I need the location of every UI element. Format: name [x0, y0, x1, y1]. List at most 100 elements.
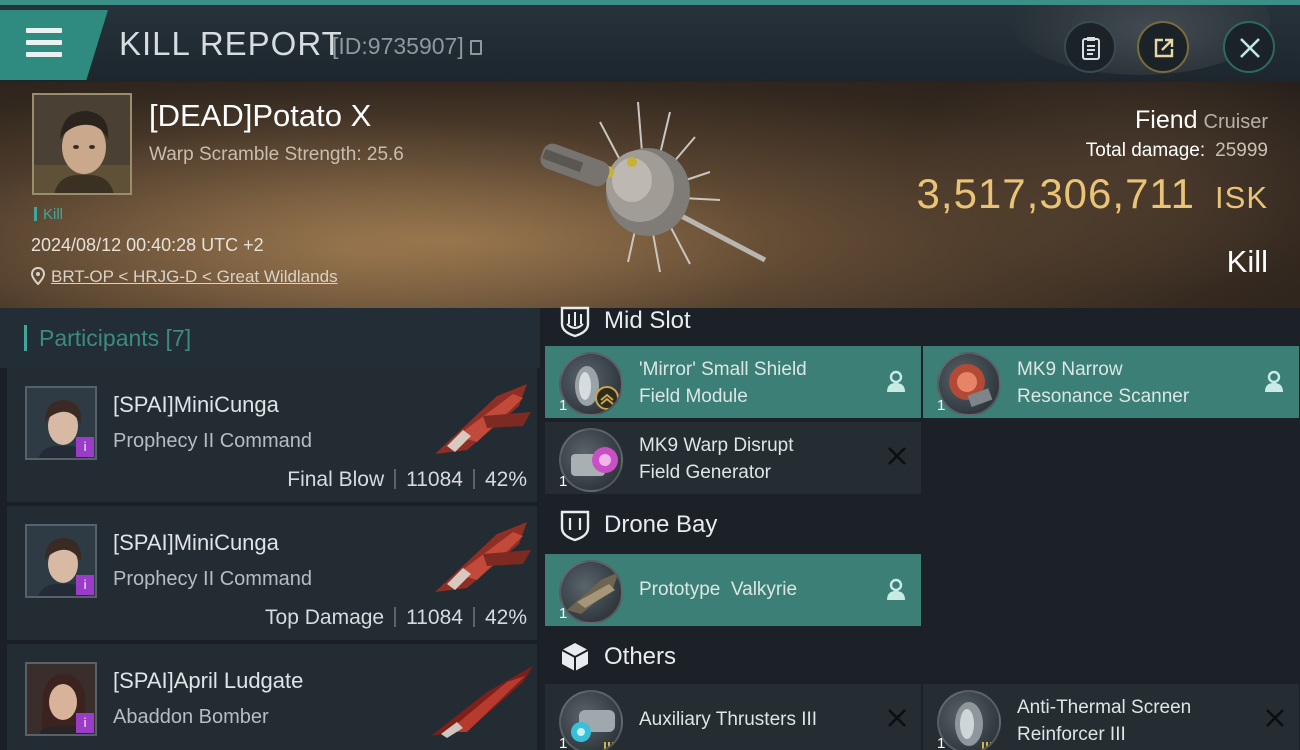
- location-link[interactable]: BRT-OP < HRJG-D < Great Wildlands: [51, 267, 338, 286]
- module-name: Prototype Valkyrie: [639, 579, 798, 600]
- module-name: MK9 Warp Disrupt Field Generator: [639, 432, 869, 486]
- module-quantity: 1: [559, 397, 568, 414]
- total-damage-label: Total damage:: [1085, 140, 1206, 161]
- module-icon: [559, 560, 623, 624]
- x-icon: [1266, 709, 1284, 727]
- participant-damage: 11084: [406, 468, 463, 491]
- module-name-line: Resonance Scanner: [1017, 386, 1190, 407]
- participant-row[interactable]: i [SPAI]April Ludgate Abaddon Bomber: [7, 644, 537, 750]
- participant-row[interactable]: i [SPAI]MiniCunga Prophecy II Command To…: [7, 506, 537, 640]
- victim-portrait-image: [34, 95, 130, 193]
- module-name: MK9 Narrow Resonance Scanner: [1017, 356, 1247, 410]
- share-icon: [1154, 38, 1174, 58]
- close-button[interactable]: [1223, 21, 1275, 73]
- share-button[interactable]: [1137, 21, 1189, 73]
- x-icon: [888, 447, 906, 465]
- kill-datetime: 2024/08/12 00:40:28 UTC +2: [31, 235, 264, 255]
- module-name-line: 'Mirror' Small Shield: [639, 359, 807, 380]
- module-item[interactable]: 1 'Mirror' Small Shield Field Module: [545, 346, 921, 418]
- modules-panel[interactable]: Mid Slot 1 'Mirror' Small Shield Field Mo…: [540, 306, 1300, 750]
- module-icon: [937, 352, 1001, 416]
- menu-button[interactable]: [0, 10, 108, 80]
- module-quantity: 1: [937, 397, 946, 414]
- module-name-line: Field Module: [639, 386, 748, 407]
- module-icon: [937, 690, 1001, 750]
- module-name-line: Anti-Thermal Screen: [1017, 697, 1192, 718]
- divider: [472, 469, 475, 489]
- module-item[interactable]: 1 MK9 Narrow Resonance Scanner: [923, 346, 1299, 418]
- clipboard-button[interactable]: [1064, 21, 1116, 73]
- section-label: Drone Bay: [604, 511, 718, 538]
- thrusters-module-icon: [571, 710, 615, 750]
- participant-avatar[interactable]: i: [25, 386, 97, 460]
- report-id-text: [ID:9735907]: [332, 33, 464, 59]
- participant-ship: Abaddon Bomber: [113, 706, 269, 728]
- module-name-line: Field Generator: [639, 462, 772, 483]
- participant-badge: i: [76, 437, 94, 457]
- module-item[interactable]: 1 MK9 Warp Disrupt Field Generator: [545, 422, 921, 494]
- victim-banner: [DEAD]Potato X Warp Scramble Strength: 2…: [0, 82, 1300, 308]
- participant-ship: Prophecy II Command: [113, 568, 312, 590]
- participant-badge: i: [76, 575, 94, 595]
- warp-scramble-strength: Warp Scramble Strength: 25.6: [149, 144, 404, 165]
- section-label: Mid Slot: [604, 307, 691, 334]
- participants-header: Participants [7]: [0, 308, 540, 368]
- drone-bay-icon: [560, 510, 590, 542]
- victim-ship: Fiend Cruiser: [1135, 106, 1268, 135]
- module-name-line: MK9 Warp Disrupt: [639, 435, 794, 456]
- report-id[interactable]: [ID:9735907]: [332, 33, 482, 60]
- copy-id-icon[interactable]: [469, 40, 482, 55]
- module-icon: [559, 690, 623, 750]
- shield-module-icon: [575, 366, 619, 410]
- section-mid-slot: Mid Slot: [558, 304, 691, 338]
- module-quantity: 1: [559, 473, 568, 490]
- kill-result: Kill: [1226, 244, 1268, 279]
- victim-ship-class: Cruiser: [1203, 111, 1268, 133]
- kill-location[interactable]: BRT-OP < HRJG-D < Great Wildlands: [30, 266, 338, 287]
- participant-ship-icon: [431, 666, 533, 738]
- participant-ship-icon: [435, 384, 531, 454]
- shield-slot-icon: [560, 306, 590, 338]
- participant-stats: Final Blow 11084 42%: [287, 468, 527, 492]
- participant-avatar[interactable]: i: [25, 524, 97, 598]
- participant-row[interactable]: i [SPAI]MiniCunga Prophecy II Command Fi…: [7, 368, 537, 502]
- x-icon: [888, 709, 906, 727]
- participant-role: Top Damage: [265, 606, 385, 629]
- victim-ship-name: Fiend: [1135, 106, 1198, 134]
- close-icon: [1240, 38, 1260, 58]
- pilot-icon[interactable]: [885, 370, 907, 394]
- drone-icon: [567, 572, 619, 614]
- module-name: Anti-Thermal Screen Reinforcer III: [1017, 694, 1247, 748]
- total-damage: Total damage: 25999: [1086, 140, 1268, 162]
- module-name: 'Mirror' Small Shield Field Module: [639, 356, 869, 410]
- isk-unit: ISK: [1215, 180, 1268, 215]
- participant-role: Final Blow: [287, 468, 385, 491]
- participant-percent: 42%: [484, 468, 527, 491]
- scanner-module-icon: [949, 364, 993, 408]
- participants-panel[interactable]: Participants [7] i [SPAI]MiniCunga Proph…: [0, 308, 540, 750]
- page-title: KILL REPORT: [119, 25, 343, 62]
- module-item[interactable]: 1 Auxiliary Thrusters III: [545, 684, 921, 750]
- participant-badge: i: [76, 713, 94, 733]
- participant-avatar[interactable]: i: [25, 662, 97, 736]
- pilot-icon[interactable]: [885, 578, 907, 602]
- module-item[interactable]: 1 Anti-Thermal Screen Reinforcer III: [923, 684, 1299, 750]
- participant-name: [SPAI]MiniCunga: [113, 392, 279, 417]
- pilot-icon[interactable]: [1263, 370, 1285, 394]
- module-quantity: 1: [559, 605, 568, 622]
- divider: [394, 469, 397, 489]
- clipboard-icon: [1082, 37, 1100, 60]
- location-pin-icon: [30, 266, 46, 286]
- victim-portrait[interactable]: [32, 93, 132, 195]
- victim-ship-render: [540, 101, 767, 273]
- divider: [472, 607, 475, 627]
- divider: [394, 607, 397, 627]
- module-item[interactable]: 1 Prototype Valkyrie: [545, 554, 921, 626]
- module-quantity: 1: [937, 735, 946, 750]
- participant-stats: Top Damage 11084 42%: [265, 606, 527, 630]
- module-name-line: MK9 Narrow: [1017, 359, 1123, 380]
- module-quantity: 1: [559, 735, 568, 750]
- total-damage-value: 25999: [1215, 140, 1268, 161]
- module-name: Auxiliary Thrusters III: [639, 709, 818, 730]
- section-others: Others: [558, 640, 676, 674]
